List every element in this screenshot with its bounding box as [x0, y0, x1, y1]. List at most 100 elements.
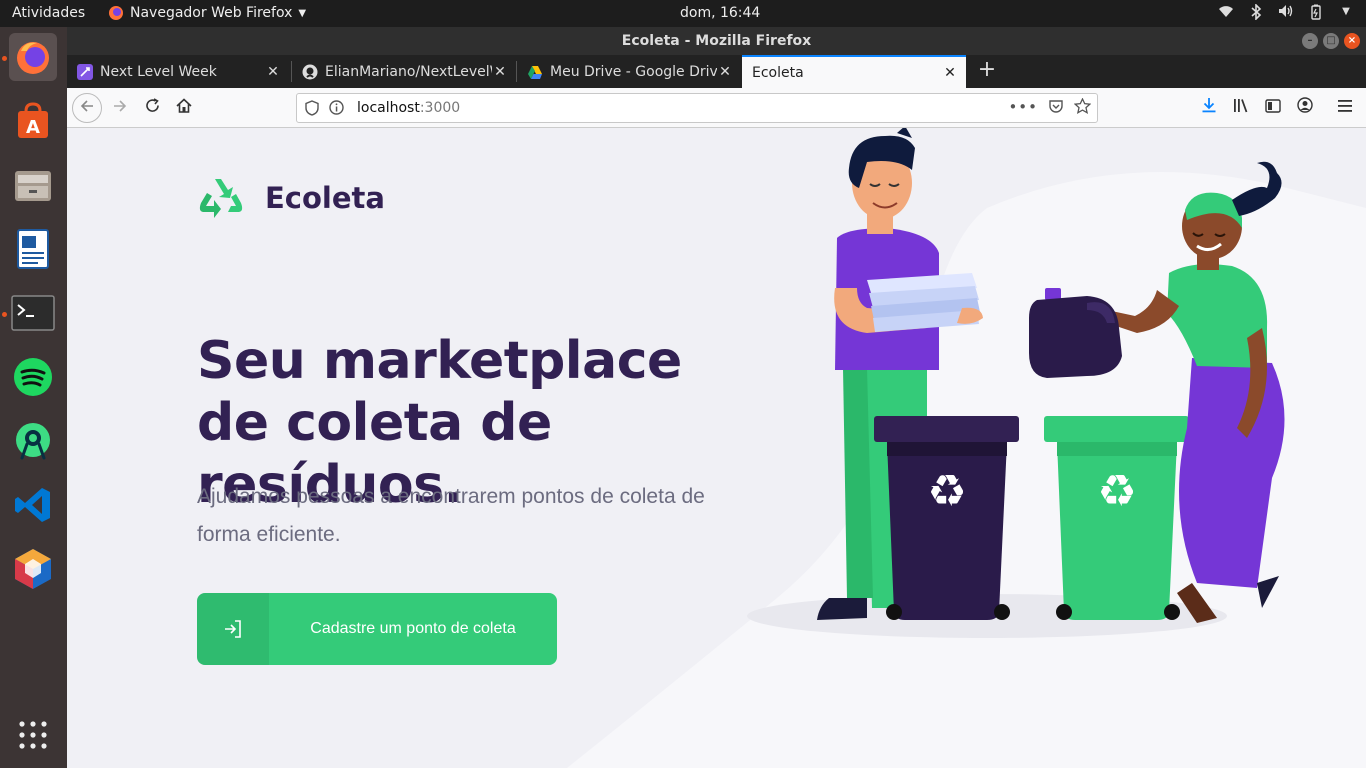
ubuntu-dock: A — [0, 27, 67, 768]
bookmark-star-icon[interactable] — [1074, 98, 1091, 114]
close-tab-icon[interactable]: ✕ — [717, 64, 733, 80]
register-collection-point-button[interactable]: Cadastre um ponto de coleta — [197, 593, 557, 665]
dock-software[interactable]: A — [9, 97, 57, 145]
tab-title: ElianMariano/NextLevelW — [325, 63, 492, 80]
window-controls: – □ × — [1302, 33, 1360, 49]
activities-button[interactable]: Atividades — [12, 5, 85, 21]
app-menu-label: Navegador Web Firefox — [130, 5, 293, 21]
system-tray[interactable]: ▼ — [1218, 3, 1354, 21]
forward-button[interactable] — [108, 96, 132, 120]
info-icon[interactable] — [329, 100, 344, 115]
reload-icon — [145, 98, 159, 112]
tab-github[interactable]: ElianMariano/NextLevelW ✕ — [292, 55, 516, 88]
chevron-down-icon: ▼ — [298, 7, 307, 19]
close-window-button[interactable]: × — [1344, 33, 1360, 49]
back-button[interactable] — [72, 93, 102, 123]
downloads-button[interactable] — [1197, 96, 1221, 120]
more-actions-icon[interactable]: ••• — [1008, 98, 1038, 116]
rocket-icon — [77, 63, 93, 80]
shield-icon[interactable] — [305, 100, 319, 116]
svg-text:♻: ♻ — [927, 466, 966, 517]
close-tab-icon[interactable]: ✕ — [265, 64, 281, 80]
close-tab-icon[interactable]: ✕ — [942, 65, 958, 81]
tab-title: Next Level Week — [100, 63, 217, 80]
bluetooth-icon — [1248, 3, 1264, 21]
minimize-button[interactable]: – — [1302, 33, 1318, 49]
library-icon — [1233, 99, 1247, 113]
google-drive-icon — [528, 65, 542, 79]
arrow-right-icon — [114, 100, 127, 112]
tab-bar: Next Level Week ✕ ElianMariano/NextLevel… — [67, 55, 1366, 88]
dock-netbeans[interactable] — [9, 545, 57, 593]
writer-icon — [17, 229, 49, 269]
firefox-window: Ecoleta - Mozilla Firefox – □ × Next Lev… — [67, 27, 1366, 768]
sidebar-button[interactable] — [1261, 96, 1285, 120]
dock-files[interactable] — [9, 161, 57, 209]
purple-bin: ♻ — [874, 416, 1019, 620]
pocket-icon[interactable] — [1048, 98, 1064, 114]
menu-button[interactable] — [1333, 96, 1357, 120]
android-studio-icon — [16, 423, 50, 460]
dock-writer[interactable] — [9, 225, 57, 273]
app-menu[interactable]: Navegador Web Firefox ▼ — [108, 5, 306, 21]
tab-title: Meu Drive - Google Drive — [550, 63, 717, 80]
battery-icon — [1308, 4, 1324, 20]
ecoleta-logo[interactable]: Ecoleta — [197, 176, 385, 220]
svg-text:♻: ♻ — [1097, 466, 1136, 517]
tab-title: Ecoleta — [752, 64, 804, 81]
window-title: Ecoleta - Mozilla Firefox — [621, 33, 812, 49]
green-bin: ♻ — [1044, 416, 1189, 620]
arrow-left-icon — [80, 100, 93, 112]
sidebar-icon — [1265, 99, 1281, 113]
dock-spotify[interactable] — [9, 353, 57, 401]
url-bar-icons — [305, 100, 344, 116]
terminal-icon — [11, 295, 55, 331]
apps-grid-icon — [19, 721, 47, 749]
tab-next-level-week[interactable]: Next Level Week ✕ — [67, 55, 289, 88]
url-host: localhost — [357, 100, 420, 116]
reload-button[interactable] — [140, 96, 164, 120]
dock-android-studio[interactable] — [9, 417, 57, 465]
home-icon — [176, 98, 192, 113]
file-manager-icon — [15, 171, 51, 201]
dock-vscode[interactable] — [9, 481, 57, 529]
cta-label: Cadastre um ponto de coleta — [310, 620, 516, 637]
gnome-top-bar: Atividades Navegador Web Firefox ▼ dom, … — [0, 0, 1366, 27]
navigation-toolbar: localhost:3000 ••• — [67, 88, 1366, 128]
dock-show-apps[interactable] — [9, 711, 57, 759]
recycle-icon — [199, 179, 243, 218]
software-center-icon: A — [18, 102, 48, 138]
url-text: localhost:3000 — [357, 100, 460, 116]
url-bar-actions: ••• — [1008, 98, 1091, 116]
hamburger-menu-icon — [1338, 100, 1352, 112]
spotify-icon — [14, 358, 52, 396]
account-button[interactable] — [1293, 96, 1317, 120]
new-tab-button[interactable]: + — [973, 57, 1001, 82]
clock[interactable]: dom, 16:44 — [680, 5, 760, 21]
url-bar[interactable]: localhost:3000 ••• — [296, 93, 1098, 123]
tab-ecoleta[interactable]: Ecoleta ✕ — [742, 55, 966, 88]
close-tab-icon[interactable]: ✕ — [492, 64, 508, 80]
running-indicator — [2, 312, 7, 317]
logo-text: Ecoleta — [265, 181, 385, 215]
recycling-people-illustration: ♻ ♻ — [567, 128, 1366, 768]
home-button[interactable] — [172, 96, 196, 120]
library-button[interactable] — [1229, 96, 1253, 120]
firefox-small-icon — [109, 6, 123, 20]
dock-terminal[interactable] — [9, 289, 57, 337]
vscode-icon — [15, 488, 50, 522]
log-in-icon — [197, 593, 269, 665]
dock-firefox[interactable] — [9, 33, 57, 81]
url-port: :3000 — [419, 100, 461, 116]
chevron-down-icon: ▼ — [1342, 6, 1350, 17]
window-titlebar[interactable]: Ecoleta - Mozilla Firefox – □ × — [67, 27, 1366, 55]
wifi-icon — [1218, 4, 1234, 20]
maximize-button[interactable]: □ — [1323, 33, 1339, 49]
volume-icon — [1278, 4, 1294, 20]
account-icon — [1297, 97, 1313, 113]
tab-google-drive[interactable]: Meu Drive - Google Drive ✕ — [517, 55, 741, 88]
running-indicator — [2, 56, 7, 61]
firefox-icon — [17, 42, 49, 74]
github-icon — [302, 64, 318, 79]
download-icon — [1202, 98, 1216, 113]
